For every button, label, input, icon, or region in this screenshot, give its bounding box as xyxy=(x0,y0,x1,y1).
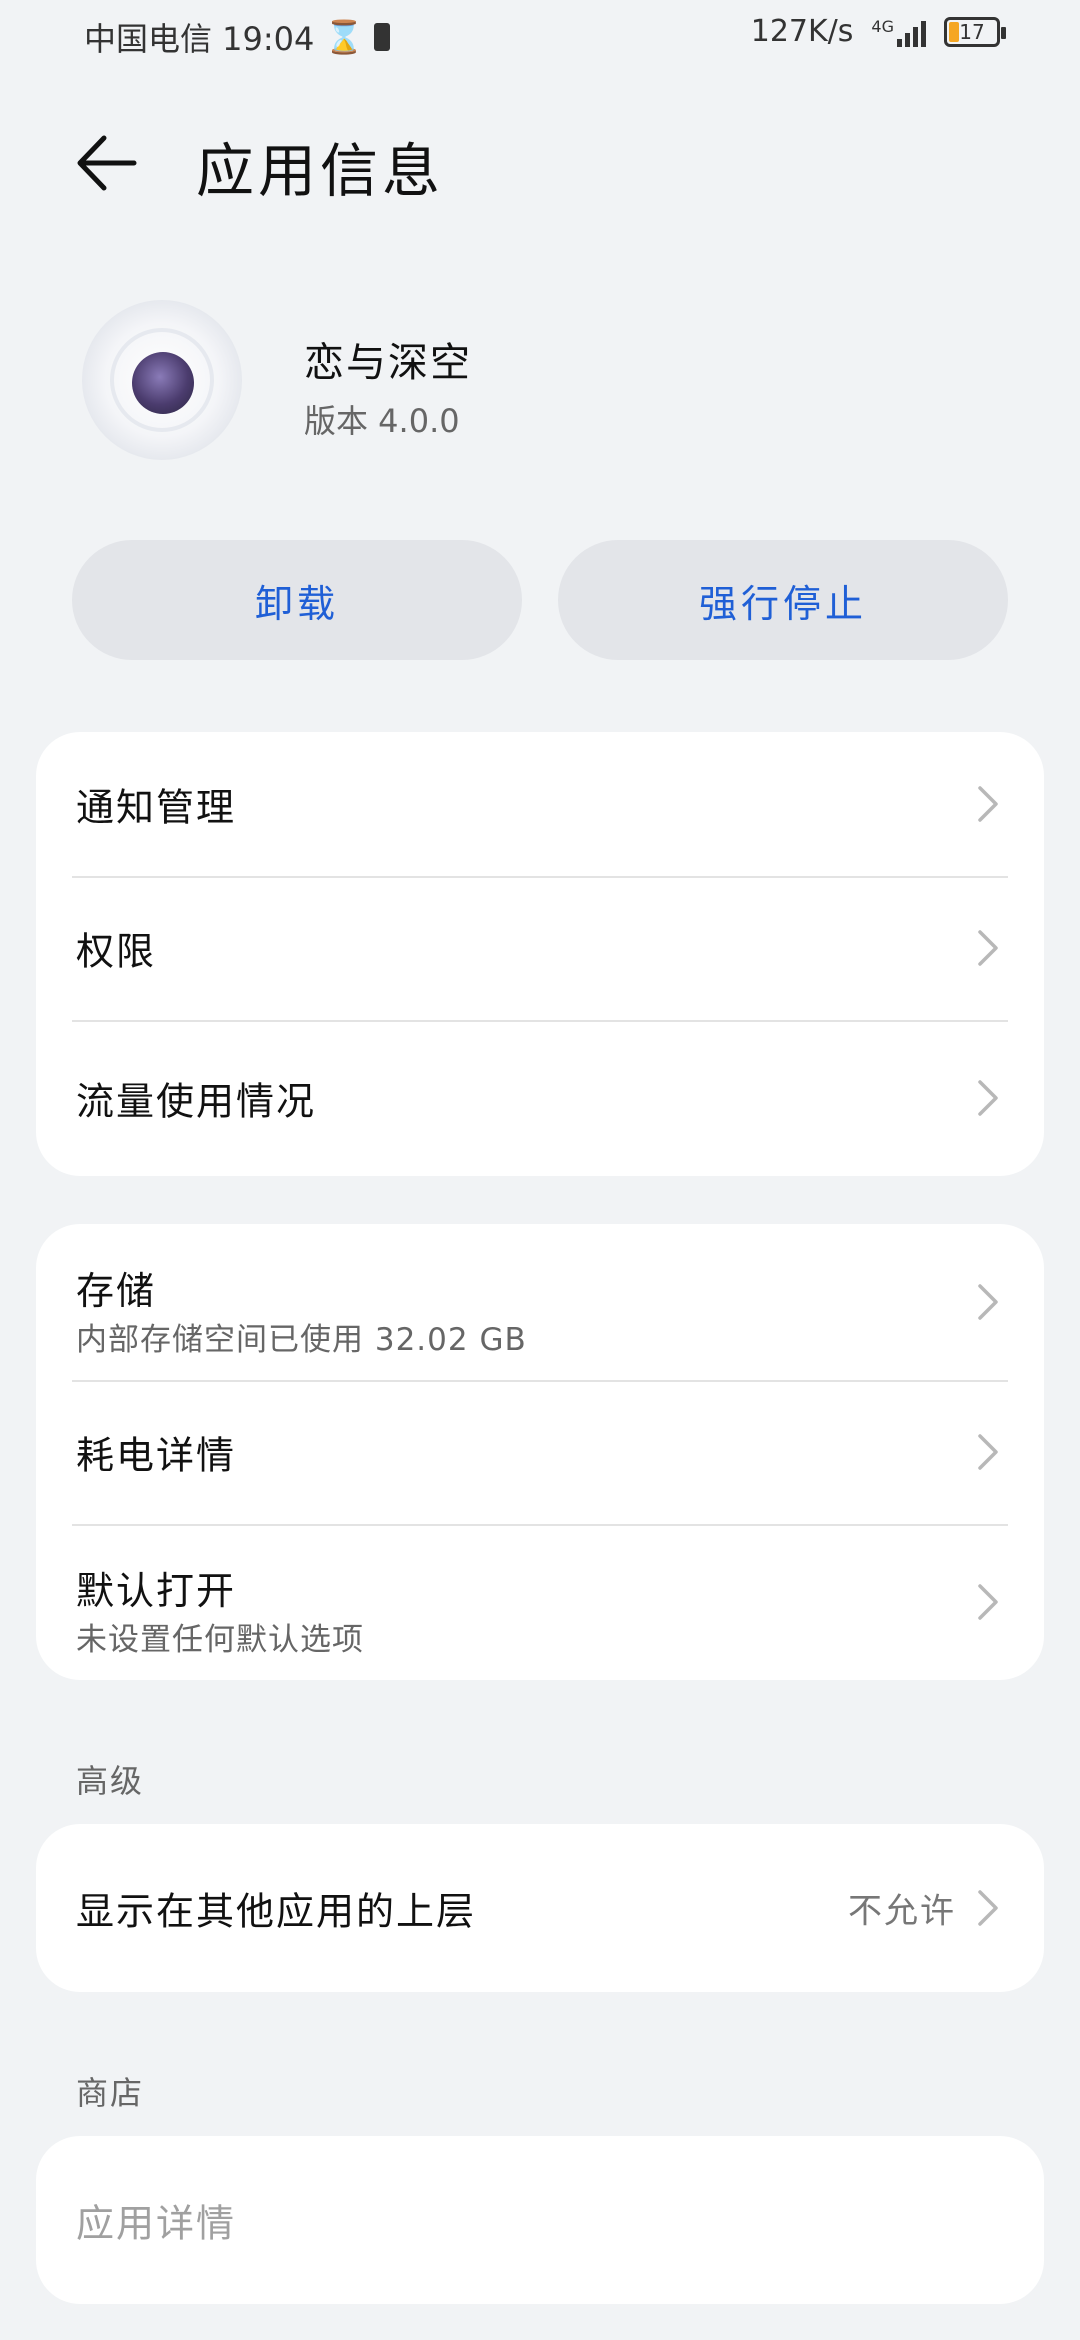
settings-card-general: 通知管理 权限 流量使用情况 xyxy=(36,732,1044,1176)
chevron-right-icon xyxy=(978,1890,998,1926)
row-label: 流量使用情况 xyxy=(76,1079,317,1124)
app-name: 恋与深空 xyxy=(304,340,472,386)
back-arrow-icon[interactable] xyxy=(72,128,142,198)
carrier-time: 中国电信 19:04 xyxy=(84,20,315,58)
app-icon-avatar xyxy=(132,352,194,414)
power-usage-item[interactable]: 耗电详情 xyxy=(36,1380,1044,1524)
settings-card-storage: 存储 内部存储空间已使用 32.02 GB 耗电详情 默认打开 未设置任何默认选… xyxy=(36,1224,1044,1680)
app-details-item[interactable]: 应用详情 xyxy=(36,2136,1044,2304)
row-label: 通知管理 xyxy=(76,785,237,830)
data-usage-item[interactable]: 流量使用情况 xyxy=(36,1020,1044,1176)
row-label: 显示在其他应用的上层 xyxy=(76,1889,477,1934)
chevron-right-icon xyxy=(978,1434,998,1470)
force-stop-button[interactable]: 强行停止 xyxy=(558,540,1008,660)
settings-card-advanced: 显示在其他应用的上层 不允许 xyxy=(36,1824,1044,1992)
hourglass-icon: ⌛ xyxy=(324,18,365,56)
network-speed: 127K/s xyxy=(750,14,854,49)
row-subtitle: 未设置任何默认选项 xyxy=(76,1622,364,1658)
section-title-store: 商店 xyxy=(76,2074,145,2112)
chevron-right-icon xyxy=(978,930,998,966)
row-label: 默认打开 xyxy=(76,1569,237,1613)
signal-icon: 4G xyxy=(871,17,926,47)
battery-level-fill xyxy=(949,21,959,42)
battery-alert-icon xyxy=(374,23,391,51)
status-right: 127K/s 4G 17 xyxy=(750,14,1006,49)
open-by-default-item[interactable]: 默认打开 未设置任何默认选项 xyxy=(36,1524,1044,1680)
row-label: 耗电详情 xyxy=(76,1433,237,1478)
permissions-item[interactable]: 权限 xyxy=(36,876,1044,1020)
storage-item[interactable]: 存储 内部存储空间已使用 32.02 GB xyxy=(36,1224,1044,1380)
network-type: 4G xyxy=(871,16,894,36)
row-label: 应用详情 xyxy=(76,2201,237,2246)
row-label: 权限 xyxy=(76,929,157,974)
page-title: 应用信息 xyxy=(196,137,445,205)
row-value: 不允许 xyxy=(848,1891,956,1932)
status-left: 中国电信 19:04 ⌛ xyxy=(84,14,391,60)
chevron-right-icon xyxy=(978,1284,998,1320)
section-title-advanced: 高级 xyxy=(76,1762,145,1800)
display-over-other-apps-item[interactable]: 显示在其他应用的上层 不允许 xyxy=(36,1824,1044,1992)
battery-level: 17 xyxy=(959,19,985,44)
app-icon xyxy=(82,300,242,460)
battery-icon: 17 xyxy=(944,16,1006,47)
chevron-right-icon xyxy=(978,786,998,822)
status-bar: 中国电信 19:04 ⌛ 127K/s 4G 17 xyxy=(0,0,1080,72)
uninstall-button[interactable]: 卸载 xyxy=(72,540,522,660)
chevron-right-icon xyxy=(978,1080,998,1116)
row-subtitle: 内部存储空间已使用 32.02 GB xyxy=(76,1322,527,1358)
row-label: 存储 xyxy=(76,1269,157,1313)
settings-card-store: 应用详情 xyxy=(36,2136,1044,2304)
app-version: 版本 4.0.0 xyxy=(304,402,460,440)
app-bar: 应用信息 xyxy=(0,110,1080,210)
chevron-right-icon xyxy=(978,1584,998,1620)
notification-management-item[interactable]: 通知管理 xyxy=(36,732,1044,876)
